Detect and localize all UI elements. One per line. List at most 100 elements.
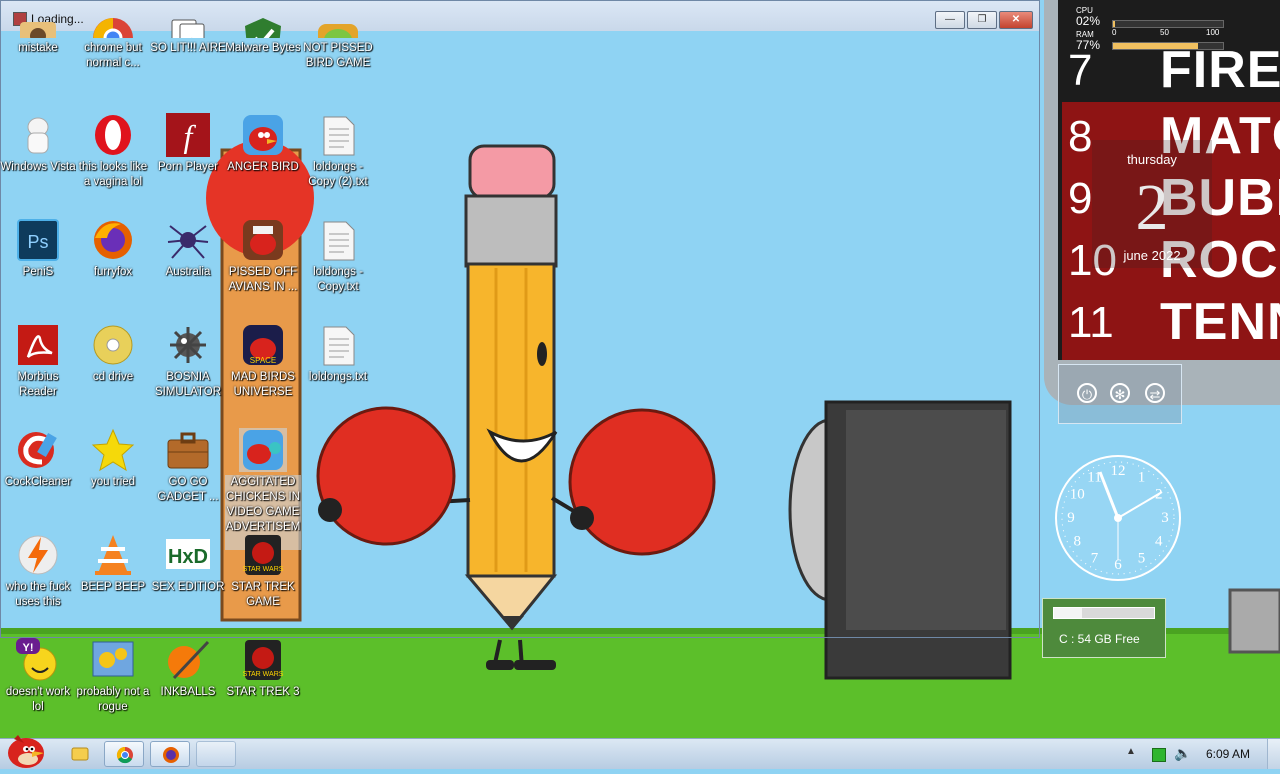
calendar-gadget[interactable]: thursday 2 june 2022	[1092, 140, 1212, 268]
desktop-icon[interactable]: BOSNIA SIMULATOR	[150, 323, 226, 400]
desktop-icon[interactable]: f Porn Player	[150, 113, 226, 175]
chrome-icon	[116, 746, 133, 764]
user-folder-icon	[14, 16, 62, 38]
cd-icon	[89, 323, 137, 367]
desktop-icon[interactable]: loldongs.txt	[300, 323, 376, 385]
power-icon[interactable]: ⏻	[1077, 383, 1097, 403]
desktop-icon[interactable]: chrome but normal c...	[75, 16, 151, 71]
angry-birds-seasons-icon	[239, 218, 287, 262]
opera-icon	[89, 113, 137, 157]
tray-expand-icon[interactable]: ▲	[1126, 746, 1136, 757]
analog-clock-gadget[interactable]: 121234567891011	[1052, 452, 1184, 584]
minimize-button[interactable]: —	[935, 11, 965, 29]
text-file-icon	[314, 218, 362, 262]
desktop-icon[interactable]: Ps PeniS	[0, 218, 76, 280]
minesweeper-icon	[164, 323, 212, 367]
snowflake-icon[interactable]: ✻	[1110, 383, 1130, 403]
drive-meter-gadget[interactable]: C : 54 GB Free	[1042, 598, 1166, 658]
star-wars-icon: STAR WARS	[239, 638, 287, 682]
desktop-icon[interactable]: INKBALLS	[150, 638, 226, 700]
desktop-icon[interactable]: Australia	[150, 218, 226, 280]
desktop-icon-label: MAD BIRDS UNIVERSE	[231, 371, 295, 398]
network-icon[interactable]	[1152, 748, 1166, 762]
desktop-icon[interactable]: Y! doesn't work lol	[0, 638, 76, 715]
swap-icon[interactable]: ⇄	[1145, 383, 1165, 403]
calendar-month-year: june 2022	[1123, 248, 1181, 263]
desktop-icon[interactable]: HxD SEX EDITIOR	[150, 533, 226, 595]
pig-game-icon	[314, 16, 362, 38]
photoshop-icon: Ps	[14, 218, 62, 262]
desktop-icon[interactable]: Malware Bytes	[225, 16, 301, 56]
svg-text:♠: ♠	[188, 33, 196, 38]
desktop-icon[interactable]: PISSED OFF AVIANS IN ...	[225, 218, 301, 295]
desktop-icon[interactable]: STAR WARS STAR TREK 3	[225, 638, 301, 700]
desktop-icon[interactable]: you tried	[75, 428, 151, 490]
volume-icon[interactable]: 🔈	[1174, 745, 1191, 762]
solitaire-icon: ♠	[164, 16, 212, 38]
desktop-icon[interactable]: probably not a rogue	[75, 638, 151, 715]
desktop-icon[interactable]: ANGER BIRD	[225, 113, 301, 175]
desktop-icon[interactable]: SPACE MAD BIRDS UNIVERSE	[225, 323, 301, 400]
desktop-icon[interactable]: who the fuck uses this	[0, 533, 76, 610]
yahoo-messenger-icon: Y!	[14, 638, 62, 682]
hxd-icon: HxD	[164, 533, 212, 577]
taskbar-clock[interactable]: 6:09 AM	[1206, 747, 1250, 761]
clock-number: 3	[1161, 510, 1169, 526]
spider-solitaire-icon	[164, 218, 212, 262]
taskbar-firefox[interactable]	[150, 741, 190, 767]
desktop-icon-label: SO LIT!!! AIRE	[150, 42, 226, 54]
desktop-icon-label: CockCleaner	[4, 476, 72, 488]
desktop-icon[interactable]: furryfox	[75, 218, 151, 280]
taskbar-explorer[interactable]	[60, 741, 100, 767]
scale-label: 50	[1160, 28, 1169, 37]
desktop-icon[interactable]: STAR WARS STAR TREK GAME	[225, 533, 301, 610]
desktop-icon[interactable]: BEEP BEEP	[75, 533, 151, 595]
desktop-icon[interactable]: Windows Vista	[0, 113, 76, 175]
taskbar: ▲ 🔈 6:09 AM	[0, 735, 1280, 769]
acrobat-icon	[14, 323, 62, 367]
svg-text:Ps: Ps	[27, 232, 48, 252]
desktop-icon[interactable]: GO GO GADGET ...	[150, 428, 226, 505]
clock-number: 4	[1155, 534, 1163, 550]
desktop-icon[interactable]: cd drive	[75, 323, 151, 385]
desktop-icon-label: who the fuck uses this	[5, 581, 71, 608]
desktop-icon[interactable]: ♠ SO LIT!!! AIRE	[150, 16, 226, 56]
desktop-icon[interactable]: mistake	[0, 16, 76, 56]
text-file-icon	[314, 323, 362, 367]
svg-text:SPACE: SPACE	[250, 356, 277, 365]
cpu-meter-gadget[interactable]: CPU 02% RAM 77% 0 50 100	[1074, 4, 1224, 52]
angry-bird-start-icon	[8, 735, 44, 768]
system-tray: ▲ 🔈	[1110, 739, 1280, 769]
score-number: 7	[1068, 46, 1093, 95]
taskbar-chrome[interactable]	[104, 741, 144, 767]
vlc-icon	[89, 533, 137, 577]
close-button[interactable]: ✕	[999, 11, 1033, 29]
desktop-icon[interactable]: CockCleaner	[0, 428, 76, 490]
taskbar-blank-app[interactable]	[196, 741, 236, 767]
desktop-icon[interactable]: Morbius Reader	[0, 323, 76, 400]
desktop-icon-label: STAR TREK 3	[226, 686, 300, 698]
desktop-icon-label: chrome but normal c...	[84, 42, 142, 69]
desktop-icon[interactable]: loldongs - Copy (2).txt	[300, 113, 376, 190]
clock-number: 11	[1087, 469, 1101, 485]
desktop-icon-label: Porn Player	[157, 161, 219, 173]
clock-number: 1	[1138, 469, 1146, 485]
svg-text:STAR WARS: STAR WARS	[243, 671, 284, 678]
desktop-icon-label: INKBALLS	[160, 686, 216, 698]
start-button[interactable]	[4, 731, 48, 771]
desktop-icon[interactable]: AGGITATED CHICKENS IN VIDEO GAME ADVERTI…	[225, 428, 301, 550]
desktop-icon-label: probably not a rogue	[76, 686, 150, 713]
desktop-icon[interactable]: loldongs - Copy.txt	[300, 218, 376, 295]
score-word: TENN	[1160, 293, 1280, 351]
clock-number: 5	[1138, 551, 1146, 567]
desktop-icon[interactable]: this looks like a vagina lol	[75, 113, 151, 190]
score-row: 11 TENN	[1066, 292, 1280, 356]
clock-number: 8	[1074, 534, 1082, 550]
desktop-icon[interactable]: NOT PISSED BIRD GAME	[300, 16, 376, 71]
desktop-icon-label: mistake	[18, 42, 58, 54]
desktop-icon-label: Australia	[165, 266, 211, 278]
show-desktop-button[interactable]	[1267, 739, 1280, 769]
maximize-button[interactable]: ❐	[967, 11, 997, 29]
desktop-icon-label: this looks like a vagina lol	[78, 161, 148, 188]
ccleaner-icon	[14, 428, 62, 472]
